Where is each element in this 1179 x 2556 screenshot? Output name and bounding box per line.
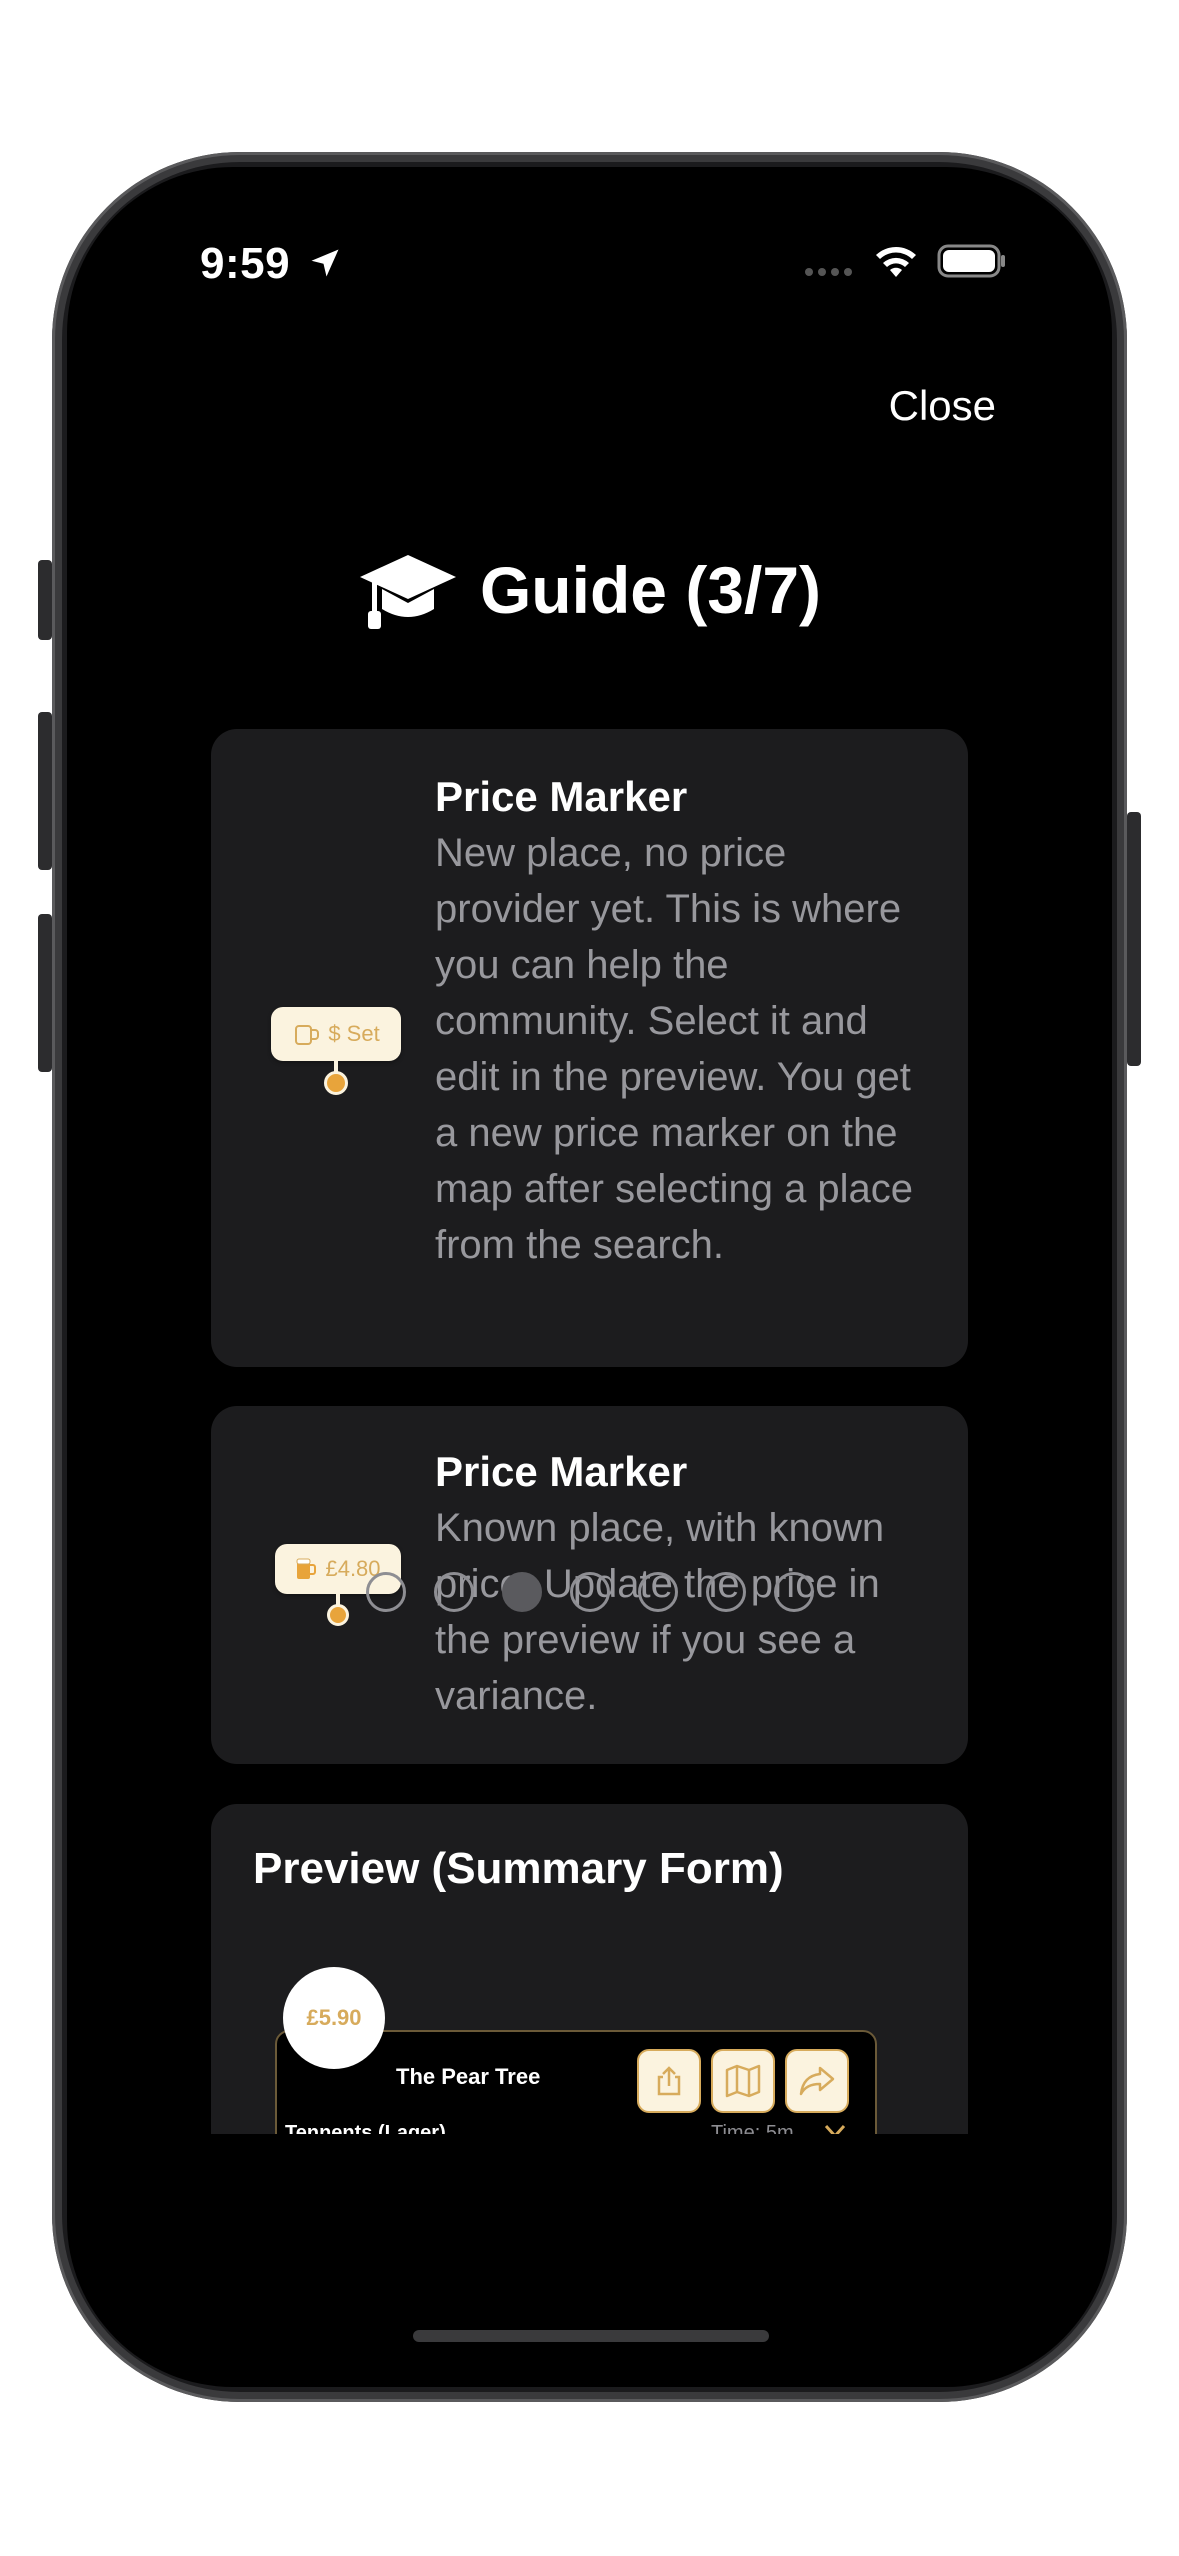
mug-icon bbox=[295, 1025, 320, 1045]
map-button bbox=[711, 2049, 775, 2113]
volume-up-button bbox=[38, 712, 52, 870]
page-dot-5[interactable] bbox=[637, 1572, 678, 1612]
guide-card-preview: Preview (Summary Form) £5.90 The Pear Tr… bbox=[211, 1804, 968, 2134]
price-marker-unset: $ Set bbox=[271, 1007, 401, 1095]
status-bar: 9:59 bbox=[67, 167, 1112, 288]
close-button[interactable]: Close bbox=[883, 381, 1002, 431]
guide-header: Guide (3/7) bbox=[67, 545, 1112, 635]
volume-down-button bbox=[38, 914, 52, 1072]
forward-arrow-icon bbox=[799, 2066, 835, 2096]
page-dot-7[interactable] bbox=[773, 1572, 814, 1612]
screen: 9:59 Close Guide (3/7) $ Set Price Marke… bbox=[67, 167, 1112, 2387]
time-label: Time: 5m bbox=[711, 2122, 794, 2134]
page-dot-6[interactable] bbox=[705, 1572, 746, 1612]
graduation-cap-icon bbox=[359, 555, 456, 629]
drink-name: Tennents (Lager) bbox=[285, 2122, 446, 2134]
page-indicator bbox=[67, 1572, 1112, 1612]
page-dot-2[interactable] bbox=[433, 1572, 474, 1612]
share-button bbox=[637, 2049, 701, 2113]
card-title: Price Marker bbox=[435, 773, 688, 820]
price-badge: £5.90 bbox=[283, 1967, 385, 2069]
place-name: The Pear Tree bbox=[396, 2064, 541, 2089]
mute-switch bbox=[38, 560, 52, 640]
map-icon bbox=[725, 2064, 761, 2098]
power-button bbox=[1127, 812, 1141, 1066]
chevron-down-icon bbox=[824, 2124, 846, 2134]
wifi-icon bbox=[876, 247, 916, 277]
card-title: Preview (Summary Form) bbox=[253, 1844, 784, 1893]
card-title: Price Marker bbox=[435, 1448, 688, 1495]
page-dot-3-active[interactable] bbox=[501, 1572, 542, 1612]
directions-button bbox=[785, 2049, 849, 2113]
marker-label: $ Set bbox=[328, 1021, 380, 1046]
page-dot-4[interactable] bbox=[569, 1572, 610, 1612]
page-title: Guide (3/7) bbox=[479, 553, 822, 627]
battery-icon bbox=[937, 244, 1005, 278]
share-icon bbox=[657, 2066, 681, 2096]
page-dot-1[interactable] bbox=[365, 1572, 406, 1612]
guide-card-new-place: $ Set Price Marker New place, no price p… bbox=[211, 729, 968, 1367]
card-description: New place, no price provider yet. This i… bbox=[435, 831, 914, 1267]
card-description: Known place, with known price. Update th… bbox=[435, 1506, 885, 1718]
status-time: 9:59 bbox=[200, 239, 291, 288]
home-indicator[interactable] bbox=[413, 2330, 769, 2342]
cellular-signal-icon bbox=[805, 268, 852, 276]
location-arrow-icon bbox=[311, 249, 339, 277]
